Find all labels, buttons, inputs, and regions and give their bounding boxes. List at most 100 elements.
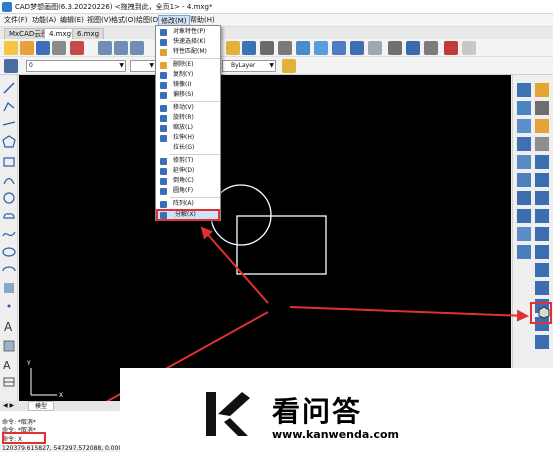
dim-diameter-icon[interactable]: [517, 137, 531, 151]
polygon-icon[interactable]: [2, 135, 16, 149]
window-title: CAD梦想画图(6.3.20220226) <拖拽到此，全页1> - 4.mxg…: [15, 3, 213, 11]
eraser-icon[interactable]: [535, 83, 549, 97]
block-icon[interactable]: [278, 41, 292, 55]
menu-stretch[interactable]: 拉伸(H): [156, 133, 220, 143]
menu-quick-select[interactable]: 快速选择(K): [156, 37, 220, 47]
mirror-menu-icon: [160, 82, 167, 89]
brush-icon[interactable]: [282, 59, 296, 73]
insert-icon[interactable]: [296, 41, 310, 55]
save-icon[interactable]: [36, 41, 50, 55]
join-icon[interactable]: [535, 335, 549, 349]
ellipse-arc-icon[interactable]: [2, 263, 16, 277]
menu-chamfer[interactable]: 倒角(C): [156, 176, 220, 186]
menu-trim[interactable]: 修剪(T): [156, 156, 220, 166]
dim-continue-icon[interactable]: [517, 191, 531, 205]
dim-radius-icon[interactable]: [517, 119, 531, 133]
open-file-icon[interactable]: [20, 41, 34, 55]
print-icon[interactable]: [52, 41, 66, 55]
redo-icon[interactable]: [368, 41, 382, 55]
table-icon[interactable]: [242, 41, 256, 55]
menu-properties[interactable]: 对象特性(P): [156, 27, 220, 37]
drawn-rectangle[interactable]: [236, 215, 327, 275]
point-icon[interactable]: [2, 299, 16, 313]
rotate-icon[interactable]: [535, 191, 549, 205]
grid-icon[interactable]: [260, 41, 274, 55]
globe-icon[interactable]: [406, 41, 420, 55]
stretch-icon[interactable]: [535, 227, 549, 241]
line-icon[interactable]: [2, 81, 16, 95]
printer-icon[interactable]: [388, 41, 402, 55]
dim-aligned-icon[interactable]: [517, 101, 531, 115]
leader-icon[interactable]: [517, 209, 531, 223]
dim-angular-icon[interactable]: [517, 155, 531, 169]
canvas-drawing: Y X: [26, 184, 327, 399]
move-icon[interactable]: [535, 173, 549, 187]
dim-linear-icon[interactable]: [517, 83, 531, 97]
erase-icon: [160, 62, 167, 69]
menu-move[interactable]: 移动(V): [156, 103, 220, 113]
zoom-extents-icon[interactable]: [130, 41, 144, 55]
pdf-icon[interactable]: [444, 41, 458, 55]
center-mark-icon[interactable]: [517, 245, 531, 259]
spline-icon[interactable]: [2, 227, 16, 241]
extend-icon[interactable]: [535, 263, 549, 277]
copy-object-icon[interactable]: [535, 101, 549, 115]
menu-offset[interactable]: 偏移(S): [156, 90, 220, 100]
menu-extend[interactable]: 延伸(D): [156, 166, 220, 176]
layer-manager-icon[interactable]: [4, 59, 18, 73]
menu-lengthen[interactable]: 拉长(G): [156, 143, 220, 153]
zoom-icon[interactable]: [98, 41, 112, 55]
menu-file[interactable]: 文件(F): [2, 15, 30, 26]
hatch-icon[interactable]: [2, 339, 16, 353]
text-icon[interactable]: A: [2, 319, 16, 333]
menu-explode[interactable]: 分解(X): [156, 209, 220, 221]
measure-icon[interactable]: [332, 41, 346, 55]
mtext-icon[interactable]: A: [2, 357, 16, 371]
menu-match-properties[interactable]: 特性匹配(M): [156, 47, 220, 57]
cloud-icon[interactable]: [2, 209, 16, 223]
layers-icon[interactable]: [424, 41, 438, 55]
rectangle-icon[interactable]: [2, 155, 16, 169]
linetype-select[interactable]: ByLayer ▼: [222, 60, 276, 72]
menu-erase[interactable]: 删除(E): [156, 60, 220, 70]
menu-rotate[interactable]: 旋转(R): [156, 113, 220, 123]
scale-icon[interactable]: [535, 209, 549, 223]
image-icon[interactable]: [314, 41, 328, 55]
trim-icon[interactable]: [535, 245, 549, 259]
circle-icon[interactable]: [2, 191, 16, 205]
color-select[interactable]: ▼: [130, 60, 156, 72]
tab-nav-arrows[interactable]: ◀ ▶: [3, 402, 14, 409]
drawing-canvas[interactable]: Y X: [19, 75, 511, 401]
zoom-window-icon[interactable]: [114, 41, 128, 55]
dim-baseline-icon[interactable]: [517, 173, 531, 187]
offset-icon[interactable]: [535, 137, 549, 151]
arc-icon[interactable]: [2, 173, 16, 187]
copy-icon: [160, 72, 167, 79]
undo-icon[interactable]: [350, 41, 364, 55]
menu-edit[interactable]: 编辑(E): [58, 15, 86, 26]
ellipse-icon[interactable]: [2, 245, 16, 259]
pencil-icon[interactable]: [226, 41, 240, 55]
new-file-icon[interactable]: [4, 41, 18, 55]
tab-model[interactable]: 模型: [28, 401, 55, 411]
construction-line-icon[interactable]: [2, 117, 16, 131]
tab-6-mxg[interactable]: 6.mxg: [72, 28, 105, 39]
menu-fillet[interactable]: 圆角(F): [156, 186, 220, 196]
menu-scale[interactable]: 缩放(L): [156, 123, 220, 133]
menu-array[interactable]: 阵列(A): [156, 199, 220, 209]
export-icon[interactable]: [70, 41, 84, 55]
table-draw-icon[interactable]: [2, 375, 16, 389]
break-icon[interactable]: [535, 281, 549, 295]
tolerance-icon[interactable]: [517, 227, 531, 241]
image-export-icon[interactable]: [462, 41, 476, 55]
layer-select[interactable]: 0 ▼: [26, 60, 126, 72]
array-icon[interactable]: [535, 155, 549, 169]
menu-copy[interactable]: 复制(Y): [156, 70, 220, 80]
explode-tool-highlight: [530, 302, 552, 324]
title-bar: CAD梦想画图(6.3.20220226) <拖拽到此，全页1> - 4.mxg…: [0, 0, 553, 14]
insert-block-icon[interactable]: [2, 281, 16, 295]
polyline-icon[interactable]: [2, 99, 16, 113]
mirror-icon[interactable]: [535, 119, 549, 133]
menu-function[interactable]: 功能(A): [30, 15, 58, 26]
menu-mirror[interactable]: 镜像(I): [156, 80, 220, 90]
